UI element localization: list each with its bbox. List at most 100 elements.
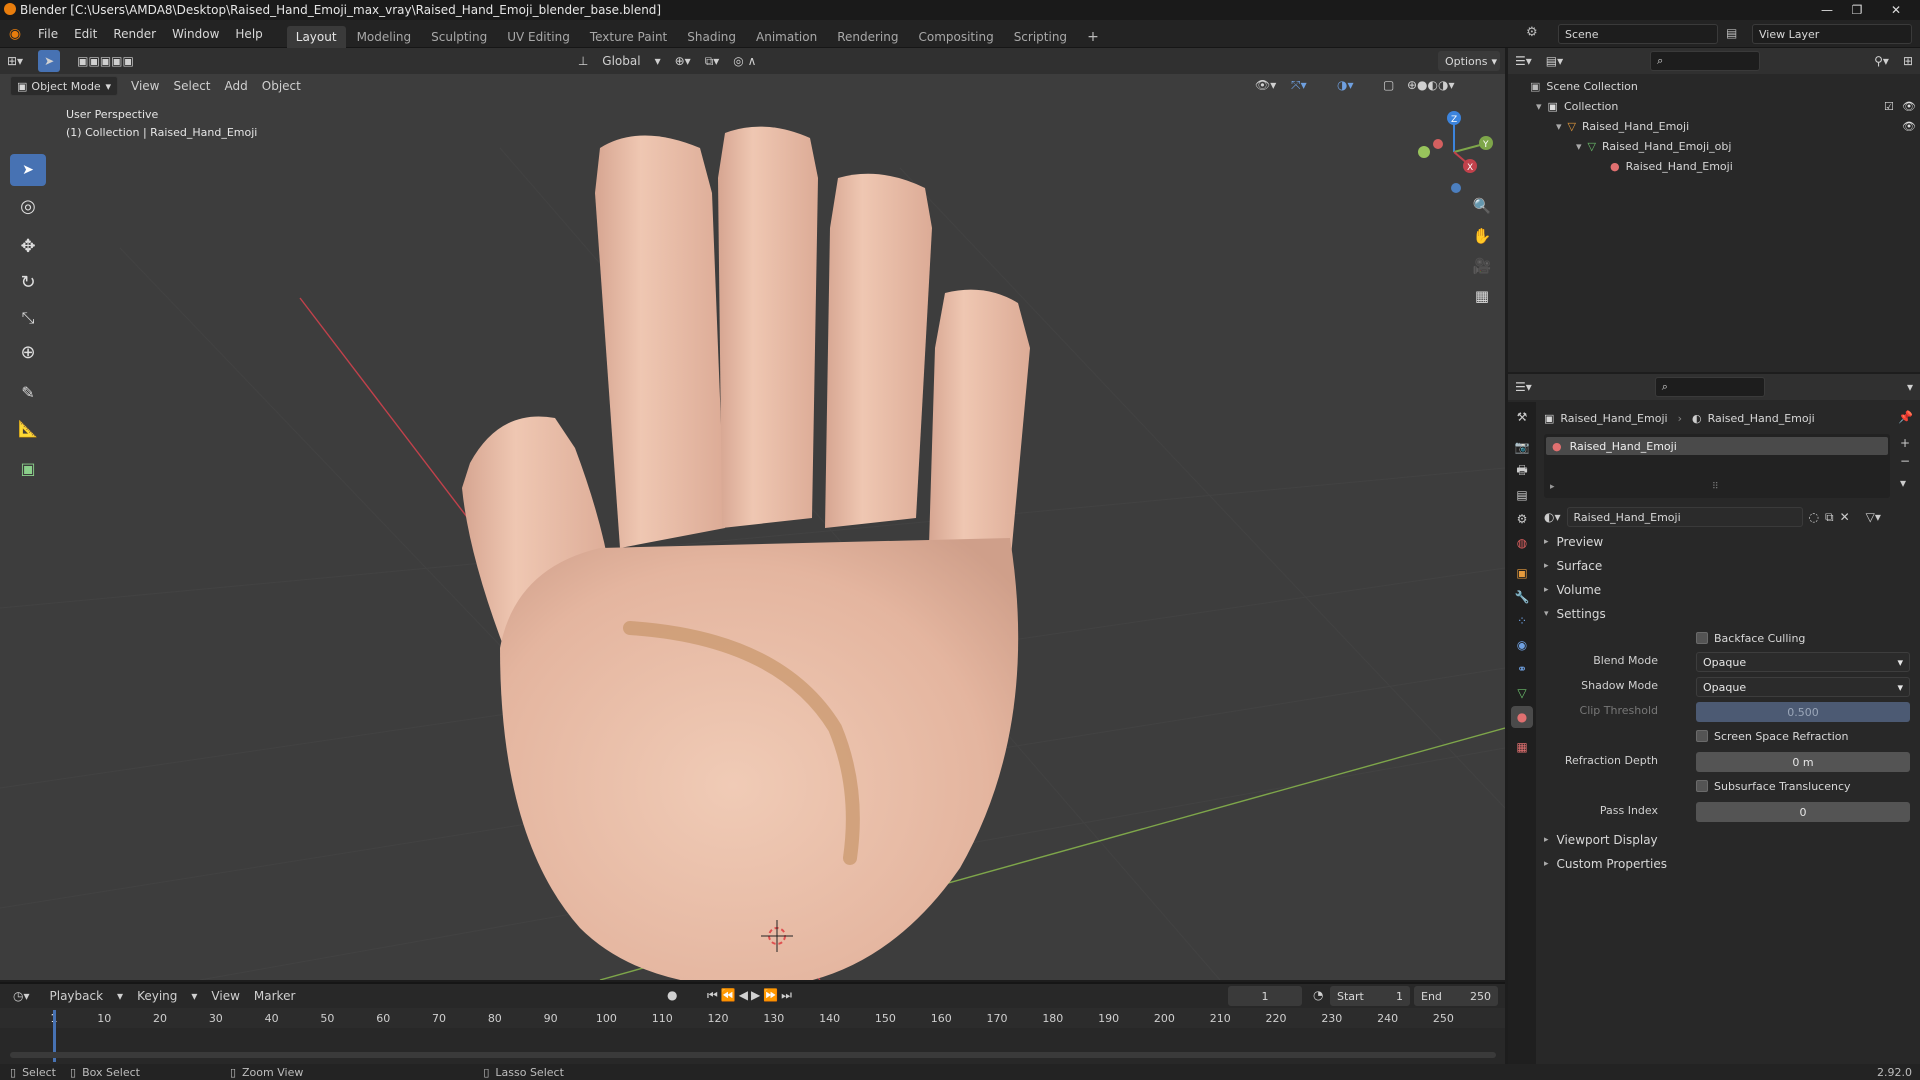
measure-tool-icon[interactable]: 📐 [10, 412, 46, 444]
physics-tab-icon[interactable]: ◉ [1511, 634, 1533, 656]
cursor-tool-icon[interactable]: ◎ [10, 190, 46, 222]
menu-help[interactable]: Help [227, 20, 270, 48]
add-workspace-icon[interactable]: + [1078, 26, 1108, 48]
tree-row-material[interactable]: ● Raised_Hand_Emoji [1610, 156, 1733, 176]
material-slot-row[interactable]: ● Raised_Hand_Emoji [1546, 437, 1888, 455]
3d-viewport[interactable]: ⊞▾ ➤ ▣▣▣▣▣ ⊥ Global ▾ ⊕▾ ⧉▾ ◎ ∧ Options … [0, 48, 1505, 980]
tab-layout[interactable]: Layout [286, 25, 346, 48]
menu-keying[interactable]: Keying [130, 985, 184, 1007]
constraints-tab-icon[interactable]: ⚭ [1511, 658, 1533, 680]
refraction-depth-field[interactable]: 0 m [1696, 752, 1910, 772]
menu-edit[interactable]: Edit [66, 20, 105, 48]
tab-shading[interactable]: Shading [678, 26, 745, 48]
playback-controls-icon[interactable]: ⏮⏪◀▶⏩⏭ [700, 984, 802, 1006]
pass-index-field[interactable]: 0 [1696, 802, 1910, 822]
minimize-button[interactable]: — [1812, 0, 1842, 20]
blend-mode-select[interactable]: Opaque ▾ [1696, 652, 1910, 672]
filter-icon[interactable]: ⚲▾ [1867, 50, 1896, 72]
tab-rendering[interactable]: Rendering [828, 26, 907, 48]
ortho-grid-icon[interactable]: ▦ [1468, 282, 1496, 310]
output-tab-icon[interactable]: 🖶 [1511, 460, 1533, 482]
modifier-tab-icon[interactable]: 🔧 [1511, 586, 1533, 608]
view-layer-selector[interactable]: View Layer [1752, 24, 1912, 44]
data-tab-icon[interactable]: ▽ [1511, 682, 1533, 704]
fake-user-icon[interactable]: ◌ [1809, 510, 1819, 524]
record-icon[interactable]: ● [660, 984, 684, 1006]
navigation-gizmo[interactable]: Z Y X [1408, 106, 1498, 196]
timeline-editor[interactable]: ◷▾ Playback ▾ Keying ▾ View Marker ● ⏮⏪◀… [0, 982, 1505, 1064]
properties-editor-icon[interactable]: ☰▾ [1508, 376, 1539, 398]
duplicate-icon[interactable]: ⧉ [1825, 510, 1834, 525]
tab-sculpting[interactable]: Sculpting [422, 26, 496, 48]
end-frame-field[interactable]: End 250 [1414, 986, 1498, 1006]
checkbox-icon[interactable]: ☑ [1884, 100, 1894, 113]
eye-icon[interactable]: 👁 [1902, 120, 1916, 133]
screen-space-refraction-checkbox[interactable]: Screen Space Refraction [1696, 728, 1849, 744]
resize-grip-icon[interactable]: ⠿ [1712, 482, 1719, 492]
panel-surface[interactable]: ▸ Surface [1544, 556, 1602, 576]
outliner-editor-icon[interactable]: ☰▾ [1508, 50, 1539, 72]
transform-tool-icon[interactable]: ⊕ [10, 336, 46, 368]
tree-row-mesh[interactable]: ▾ ▽ Raised_Hand_Emoji_obj [1576, 136, 1731, 156]
camera-view-icon[interactable]: 🎥 [1468, 252, 1496, 280]
zoom-icon[interactable]: 🔍 [1468, 192, 1496, 220]
panel-settings[interactable]: ▾ Settings [1544, 604, 1606, 624]
tree-row-scene-collection[interactable]: ▣ Scene Collection [1530, 76, 1638, 96]
chevron-down-icon[interactable]: ▾ [1900, 376, 1920, 398]
move-tool-icon[interactable]: ✥ [10, 230, 46, 262]
menu-window[interactable]: Window [164, 20, 227, 48]
pin-icon[interactable]: 📌 [1898, 410, 1913, 424]
frame-ruler[interactable]: 1102030405060708090100110120130140150160… [0, 1008, 1505, 1028]
scene-icon[interactable]: ⚙ [1526, 25, 1538, 40]
eye-icon[interactable]: 👁 [1902, 100, 1916, 113]
menu-marker[interactable]: Marker [247, 985, 302, 1007]
maximize-button[interactable]: ❐ [1842, 0, 1872, 20]
menu-render[interactable]: Render [105, 20, 164, 48]
tree-row-object[interactable]: ▾ ▽ Raised_Hand_Emoji 👁 [1556, 116, 1916, 136]
display-mode-icon[interactable]: ▤▾ [1539, 50, 1570, 72]
timeline-editor-icon[interactable]: ◷▾ [6, 985, 37, 1007]
tab-animation[interactable]: Animation [747, 26, 826, 48]
render-tab-icon[interactable]: 📷 [1511, 436, 1533, 458]
start-frame-field[interactable]: Start 1 [1330, 986, 1410, 1006]
new-collection-icon[interactable]: ⊞ [1896, 50, 1920, 72]
add-cube-tool-icon[interactable]: ▣ [10, 452, 46, 484]
annotate-tool-icon[interactable]: ✎ [10, 376, 46, 408]
view-layer-icon[interactable]: ▤ [1726, 26, 1737, 40]
unlink-icon[interactable]: ✕ [1840, 510, 1850, 524]
tab-uv-editing[interactable]: UV Editing [498, 26, 579, 48]
panel-volume[interactable]: ▸ Volume [1544, 580, 1601, 600]
panel-custom-properties[interactable]: ▸ Custom Properties [1544, 854, 1667, 874]
outliner-search-input[interactable]: ⌕ [1650, 51, 1761, 71]
tab-modeling[interactable]: Modeling [348, 26, 421, 48]
subsurface-translucency-checkbox[interactable]: Subsurface Translucency [1696, 778, 1851, 794]
tree-row-collection[interactable]: ▾ ▣ Collection ☑ 👁 [1536, 96, 1916, 116]
material-name-field[interactable]: Raised_Hand_Emoji [1566, 507, 1803, 527]
link-mode-icon[interactable]: ▽▾ [1866, 510, 1881, 524]
properties-search-input[interactable]: ⌕ [1654, 377, 1765, 397]
backface-culling-checkbox[interactable]: Backface Culling [1696, 630, 1805, 646]
add-slot-icon[interactable]: + [1900, 436, 1910, 450]
material-slot-list[interactable]: ● Raised_Hand_Emoji ▸ ⠿ [1544, 434, 1890, 498]
clip-threshold-slider[interactable]: 0.500 [1696, 702, 1910, 722]
outliner-editor[interactable]: ☰▾ ▤▾ ⌕ ⚲▾ ⊞ ▣ Scene Collection ▾ ▣ Coll… [1508, 48, 1920, 372]
stopwatch-icon[interactable]: ◔ [1306, 984, 1330, 1006]
tab-texture-paint[interactable]: Texture Paint [581, 26, 676, 48]
object-tab-icon[interactable]: ▣ [1511, 562, 1533, 584]
shadow-mode-select[interactable]: Opaque ▾ [1696, 677, 1910, 697]
particles-tab-icon[interactable]: ⁘ [1511, 610, 1533, 632]
texture-tab-icon[interactable]: ▦ [1511, 736, 1533, 758]
menu-timeline-view[interactable]: View [204, 985, 246, 1007]
blender-menu-icon[interactable]: ◉ [0, 26, 30, 42]
scene-tab-icon[interactable]: ⚙ [1511, 508, 1533, 530]
current-frame-field[interactable]: 1 [1228, 986, 1302, 1006]
scale-tool-icon[interactable]: ⤡ [10, 302, 46, 334]
pan-hand-icon[interactable]: ✋ [1468, 222, 1496, 250]
view-layer-tab-icon[interactable]: ▤ [1511, 484, 1533, 506]
close-button[interactable]: ✕ [1876, 0, 1916, 20]
remove-slot-icon[interactable]: − [1900, 454, 1910, 468]
world-tab-icon[interactable]: ◍ [1511, 532, 1533, 554]
menu-file[interactable]: File [30, 20, 66, 48]
select-box-tool-icon[interactable]: ➤ [10, 154, 46, 186]
material-browse-icon[interactable]: ◐▾ [1544, 510, 1561, 524]
